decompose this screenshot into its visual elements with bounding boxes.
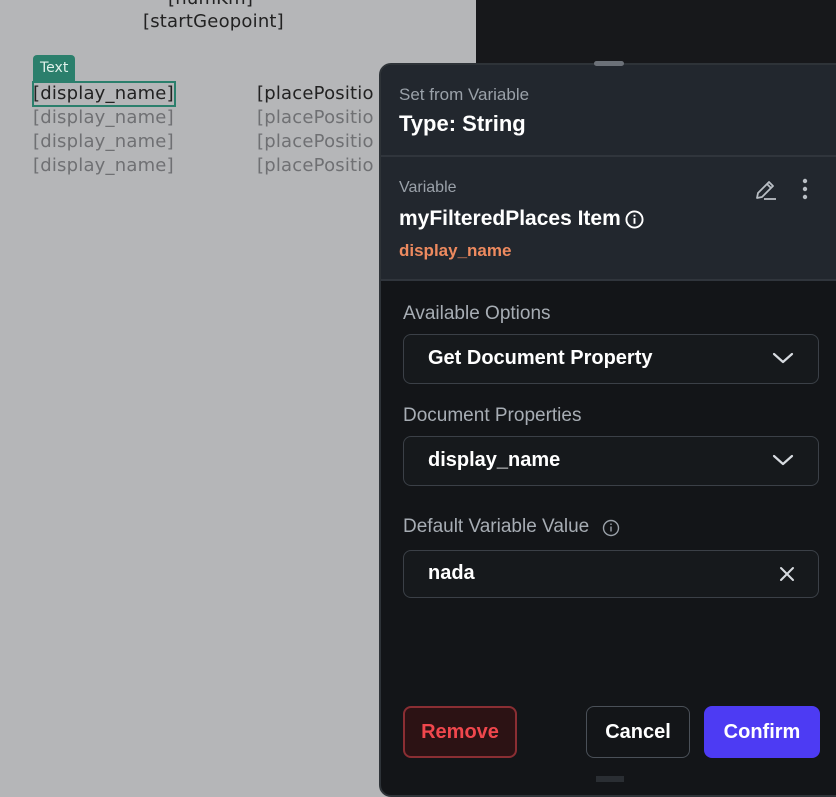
- available-options-label: Available Options: [403, 303, 551, 324]
- confirm-button[interactable]: Confirm: [704, 706, 820, 758]
- available-options-dropdown[interactable]: Get Document Property: [403, 334, 819, 384]
- close-icon[interactable]: [778, 565, 796, 583]
- selected-widget-tag: Text: [33, 55, 76, 81]
- remove-button[interactable]: Remove: [403, 706, 517, 758]
- document-properties-dropdown[interactable]: display_name: [403, 436, 819, 486]
- info-icon[interactable]: [602, 519, 620, 537]
- document-properties-value: display_name: [428, 449, 561, 471]
- display-name-text-2[interactable]: [display_name]: [33, 107, 174, 128]
- panel-header: Set from Variable Type: String: [381, 65, 836, 157]
- display-name-text-4[interactable]: [display_name]: [33, 155, 174, 176]
- place-position-text-3[interactable]: [placePositio: [257, 131, 374, 152]
- more-vert-icon[interactable]: [799, 177, 811, 201]
- edit-icon[interactable]: [753, 177, 779, 203]
- cancel-button[interactable]: Cancel: [586, 706, 690, 758]
- chevron-down-icon: [772, 352, 794, 364]
- display-name-text-3[interactable]: [display_name]: [33, 131, 174, 152]
- bottom-handle: [596, 776, 624, 782]
- default-value-input[interactable]: nada: [403, 550, 819, 598]
- panel-type-title: Type: String: [399, 111, 526, 136]
- document-properties-label: Document Properties: [403, 405, 582, 426]
- variable-label: Variable: [399, 179, 457, 196]
- default-value-text: nada: [428, 562, 475, 584]
- place-position-text-4[interactable]: [placePositio: [257, 155, 374, 176]
- chevron-down-icon: [772, 454, 794, 466]
- place-position-text-2[interactable]: [placePositio: [257, 107, 374, 128]
- drag-handle[interactable]: [594, 61, 624, 66]
- variable-section: Variable myFilteredPlaces Item display_n…: [381, 157, 836, 281]
- panel-subtitle: Set from Variable: [399, 85, 530, 104]
- display-name-text-1[interactable]: [display_name]: [33, 83, 174, 104]
- numkm-text[interactable]: [numKm]: [168, 0, 253, 9]
- available-options-value: Get Document Property: [428, 347, 653, 369]
- default-value-label: Default Variable Value: [403, 516, 590, 537]
- variable-field-name: display_name: [399, 241, 512, 260]
- set-from-variable-panel: Set from Variable Type: String Variable …: [379, 63, 836, 797]
- info-icon[interactable]: [625, 210, 644, 229]
- start-geopoint-text[interactable]: [startGeopoint]: [143, 11, 284, 32]
- variable-name: myFilteredPlaces Item: [399, 207, 621, 230]
- place-position-text-1[interactable]: [placePositio: [257, 83, 374, 104]
